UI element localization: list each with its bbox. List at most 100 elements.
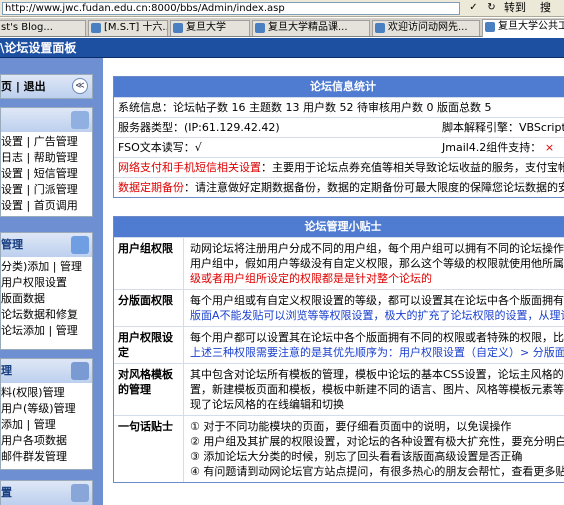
- search-icon: [71, 484, 89, 502]
- search-button[interactable]: 搜: [540, 1, 551, 15]
- sidebar: 页 | 退出 ≪ 设置 | 广告管理 日志 | 帮助管理 设置 | 短信管理 设…: [0, 58, 103, 505]
- users-icon: [71, 362, 89, 380]
- tip-row: 分版面权限 每个用户组或有自定义权限设置的等级，都可以设置其在论坛中各个版面拥有…: [114, 289, 564, 326]
- sidebar-item[interactable]: 论坛数据和修复: [1, 307, 92, 323]
- sidebar-top: 页 | 退出 ≪: [0, 74, 93, 99]
- sidebar-item[interactable]: 设置 | 广告管理: [1, 134, 92, 150]
- sidebar-item[interactable]: 设置 | 首页调用: [1, 198, 92, 214]
- tab-label: 复旦大学: [186, 22, 226, 33]
- tip-label: 对风格模板的管理: [114, 364, 184, 415]
- tip-line: 用户组中，假如用户等级没有自定义权限，那么这个等级的权限就使用他所属的用户组: [190, 257, 564, 270]
- tab-course[interactable]: 复旦大学精品课...: [252, 20, 370, 36]
- sidebar-item[interactable]: 论坛添加 | 管理: [1, 323, 92, 339]
- url-input[interactable]: http://www.jwc.fudan.edu.cn:8000/bbs/Adm…: [2, 2, 460, 15]
- payment-row: 网络支付和手机短信相关设置：主要用于论坛点券充值等相关导致论坛收益的服务，支付宝…: [114, 157, 564, 177]
- sidebar-heading-label: 管理: [1, 238, 23, 251]
- sidebar-block-settings: 设置 | 广告管理 日志 | 帮助管理 设置 | 短信管理 设置 | 门派管理 …: [0, 107, 93, 217]
- sidebar-heading: [1, 108, 92, 132]
- tip-line: ② 用户组及其扩展的权限设置，对论坛的各种设置有极大扩充性，要充分明白其优先: [190, 435, 564, 448]
- sidebar-block-search: 置: [0, 480, 93, 505]
- collapse-icon[interactable]: ≪: [72, 78, 88, 94]
- tab-label: 复旦大学公共工: [498, 21, 564, 32]
- cross-icon: ×: [544, 141, 555, 154]
- favorite-icon[interactable]: ✓: [466, 1, 481, 15]
- tab-label: [M.S.T] 十六...: [104, 22, 168, 33]
- sidebar-heading: 置: [1, 481, 92, 505]
- sidebar-item[interactable]: 设置 | 门派管理: [1, 182, 92, 198]
- tip-line: 上述三种权限需要注意的是其优先顺序为：用户权限设置（自定义）> 分版面权限设定（: [190, 346, 564, 359]
- script-engine: 脚本解释引擎：VBScript/5: [442, 121, 564, 134]
- go-button[interactable]: 转到: [504, 1, 526, 15]
- page-icon: [255, 23, 265, 33]
- backup-row: 数据定期备份：请注意做好定期数据备份，数据的定期备份可最大限度的保障您论坛数据的…: [114, 177, 564, 197]
- payment-settings-label[interactable]: 网络支付和手机短信相关设置: [118, 161, 261, 174]
- sidebar-block-forum: 管理 分类)添加 | 管理 用户权限设置 版面数据 论坛数据和修复 论坛添加 |…: [0, 232, 93, 350]
- backup-text: ：请注意做好定期数据备份，数据的定期备份可最大限度的保障您论坛数据的安全: [184, 181, 564, 194]
- tip-row: 一句话贴士 ① 对于不同功能模块的页面，要仔细看页面中的说明，以免误操作 ② 用…: [114, 415, 564, 482]
- admin-header: \论坛设置面板: [0, 38, 564, 58]
- sidebar-heading: 理: [1, 359, 92, 383]
- tip-label: 分版面权限: [114, 290, 184, 326]
- sidebar-item[interactable]: 用户权限设置: [1, 275, 92, 291]
- settings-icon: [71, 111, 89, 129]
- tab-dvbbs[interactable]: 欢迎访问动网先...: [372, 20, 480, 36]
- refresh-icon[interactable]: ↻: [484, 1, 499, 15]
- tab-bar: st's Blog... [M.S.T] 十六... 复旦大学 复旦大学精品课.…: [0, 18, 564, 37]
- forum-info-panel: 论坛信息统计 系统信息：论坛帖子数 16 主题数 13 用户数 52 待审核用户…: [113, 76, 564, 198]
- sidebar-item[interactable]: 日志 | 帮助管理: [1, 150, 92, 166]
- tip-label: 用户组权限: [114, 238, 184, 289]
- page-icon: [375, 23, 385, 33]
- tip-line: ④ 有问题请到动网论坛官方站点提问，有很多热心的朋友会帮忙，查看更多贴士请点击: [190, 465, 564, 478]
- sidebar-item[interactable]: 添加 | 管理: [1, 417, 92, 433]
- page-icon: [173, 23, 183, 33]
- sidebar-item[interactable]: 料(权限)管理: [1, 385, 92, 401]
- tip-label: 一句话贴士: [114, 416, 184, 482]
- sidebar-heading-label: 置: [1, 486, 12, 499]
- page-title: \论坛设置面板: [0, 41, 77, 55]
- tip-row: 用户组权限 动网论坛将注册用户分成不同的用户组，每个用户组可以拥有不同的论坛操作…: [114, 237, 564, 289]
- edit-icon: [71, 236, 89, 254]
- tab-label: 复旦大学精品课...: [268, 22, 348, 33]
- main-content: 论坛信息统计 系统信息：论坛帖子数 16 主题数 13 用户数 52 待审核用户…: [107, 58, 564, 505]
- tab-fudan-public[interactable]: 复旦大学公共工: [482, 19, 564, 37]
- sidebar-block-users: 理 料(权限)管理 用户(等级)管理 添加 | 管理 用户各项数据 邮件群发管理: [0, 358, 93, 470]
- components-row: FSO文本读写：√ Jmail4.2组件支持： ×: [114, 137, 564, 157]
- jmail-label: Jmail4.2组件支持：: [442, 141, 542, 154]
- tip-line: 动网论坛将注册用户分成不同的用户组，每个用户组可以拥有不同的论坛操作权限，并: [190, 242, 564, 255]
- tip-line: 现了论坛风格的在线编辑和切换: [190, 398, 344, 411]
- tip-line: 置，新建模板页面和模板，模板中新建不同的语言、图片、风格等模板元素等等功能，: [190, 383, 564, 396]
- tip-row: 对风格模板的管理 其中包含对论坛所有模板的管理，模板中论坛的基本CSS设置，论坛…: [114, 363, 564, 415]
- tip-line: 每个用户组或有自定义权限设置的等级，都可以设置其在论坛中各个版面拥有不同的权: [190, 294, 564, 307]
- tab-blog[interactable]: st's Blog...: [0, 20, 86, 36]
- sidebar-item[interactable]: 邮件群发管理: [1, 449, 92, 465]
- payment-settings-text: ：主要用于论坛点券充值等相关导致论坛收益的服务，支付宝帐号为pay@a: [261, 161, 564, 174]
- jmail-support: Jmail4.2组件支持： ×: [442, 138, 554, 157]
- sidebar-item[interactable]: 版面数据: [1, 291, 92, 307]
- panel-title: 论坛管理小贴士: [114, 217, 564, 237]
- sidebar-item[interactable]: 设置 | 短信管理: [1, 166, 92, 182]
- address-bar: http://www.jwc.fudan.edu.cn:8000/bbs/Adm…: [0, 0, 564, 17]
- system-info: 系统信息：论坛帖子数 16 主题数 13 用户数 52 待审核用户数 0 版面总…: [114, 97, 564, 117]
- tip-row: 用户权限设定 每个用户都可以设置其在论坛中各个版面拥有不同的权限或者特殊的权限，…: [114, 326, 564, 363]
- tip-line: 级或者用户组所设定的权限都是是针对整个论坛的: [190, 272, 432, 285]
- backup-label[interactable]: 数据定期备份: [118, 181, 184, 194]
- tip-line: 其中包含对论坛所有模板的管理，模板中论坛的基本CSS设置，论坛主风格的更改，论坛: [190, 368, 564, 381]
- tab-fudan[interactable]: 复旦大学: [170, 20, 250, 36]
- sidebar-item[interactable]: 用户(等级)管理: [1, 401, 92, 417]
- server-info-row: 服务器类型：(IP:61.129.42.42) 脚本解释引擎：VBScript/…: [114, 117, 564, 137]
- tip-line: 每个用户都可以设置其在论坛中各个版面拥有不同的权限或者特殊的权限，比如说您可: [190, 331, 564, 344]
- tab-mst[interactable]: [M.S.T] 十六...: [88, 20, 168, 36]
- sidebar-heading: 管理: [1, 233, 92, 257]
- sidebar-item[interactable]: 用户各项数据: [1, 433, 92, 449]
- page-icon: [485, 22, 495, 32]
- panel-title: 论坛信息统计: [114, 77, 564, 97]
- sidebar-heading-label: 理: [1, 364, 12, 377]
- tip-line: ③ 添加论坛大分类的时候，别忘了回头看看该版面高级设置是否正确: [190, 450, 523, 463]
- tip-line: 版面A不能发贴可以浏览等等权限设置，极大的扩充了论坛权限的设置，从理论上来说可: [190, 309, 564, 322]
- page-icon: [91, 23, 101, 33]
- tab-label: st's Blog...: [1, 22, 53, 33]
- server-type: 服务器类型：(IP:61.129.42.42): [118, 121, 280, 134]
- tab-label: 欢迎访问动网先...: [388, 22, 468, 33]
- sidebar-item[interactable]: 分类)添加 | 管理: [1, 259, 92, 275]
- tip-label: 用户权限设定: [114, 327, 184, 363]
